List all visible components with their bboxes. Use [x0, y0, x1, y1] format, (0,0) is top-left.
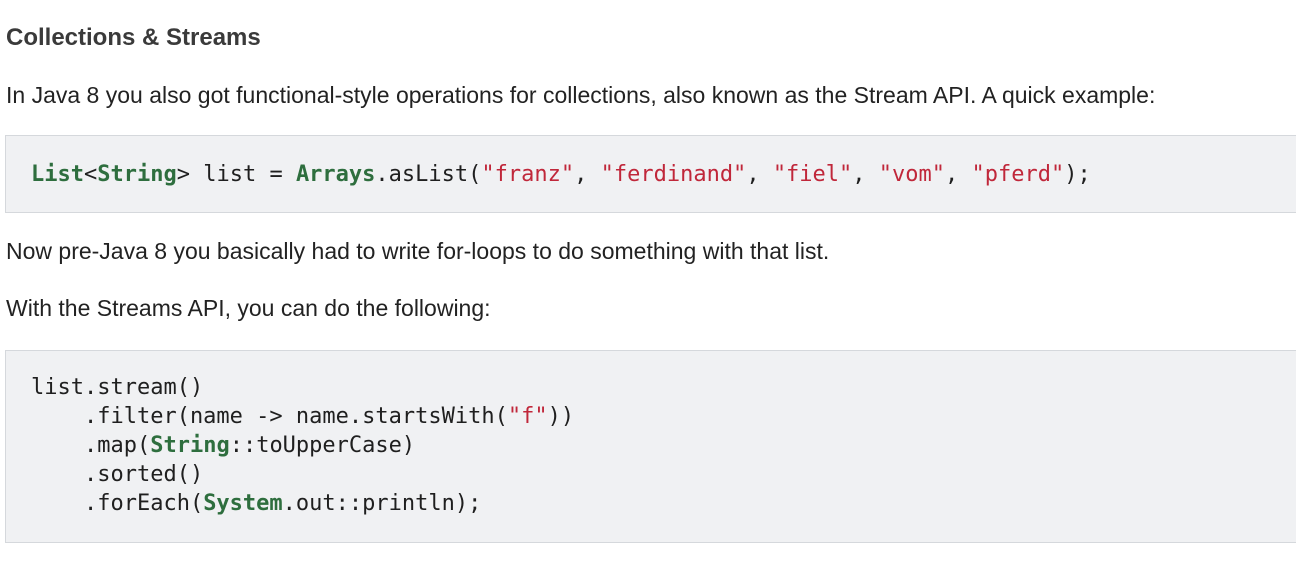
- code-token: <: [83, 162, 98, 187]
- code-list-declaration: List<String> list = Arrays.asList("franz…: [31, 160, 1091, 189]
- code-token-type: String: [97, 162, 177, 187]
- code-token: );: [1064, 162, 1091, 187]
- code-token-string: "fiel": [772, 162, 853, 187]
- code-token: .map(: [31, 433, 151, 458]
- code-token: ,: [945, 162, 972, 187]
- intro-paragraph: In Java 8 you also got functional-style …: [6, 82, 1156, 108]
- code-line-5: .forEach(System.out::println);: [31, 491, 481, 516]
- code-token: ,: [574, 162, 601, 187]
- code-token: ,: [746, 162, 773, 187]
- paragraph-pre-java8: Now pre-Java 8 you basically had to writ…: [6, 238, 830, 264]
- code-token-type: Arrays: [295, 162, 376, 187]
- code-token-string: "vom": [878, 162, 946, 187]
- code-token-string: "franz": [481, 162, 575, 187]
- code-token-string: "pferd": [971, 162, 1065, 187]
- code-token: )): [547, 404, 575, 429]
- code-token: >: [176, 162, 190, 187]
- code-token-type: System: [203, 491, 283, 516]
- code-token-string: "ferdinand": [600, 162, 747, 187]
- code-line-2: .filter(name -> name.startsWith("f")): [31, 404, 574, 429]
- code-token: .asList(: [375, 162, 482, 187]
- code-token: .out::println);: [282, 491, 482, 516]
- code-block-stream: list.stream() .filter(name -> name.start…: [5, 350, 1296, 543]
- code-token-type: String: [150, 433, 230, 458]
- code-line-3: .map(String::toUpperCase): [31, 433, 415, 458]
- code-token: .forEach(: [31, 491, 204, 516]
- code-token: ,: [852, 162, 879, 187]
- section-heading: Collections & Streams: [6, 24, 261, 51]
- code-token: list =: [189, 162, 296, 187]
- code-token: .filter(name -> name.startsWith(: [31, 404, 508, 429]
- code-line-4: .sorted(): [31, 462, 204, 487]
- code-block-list: List<String> list = Arrays.asList("franz…: [5, 135, 1296, 213]
- code-token-type: List: [31, 162, 84, 187]
- code-line-1: list.stream(): [31, 375, 204, 400]
- code-token-string: "f": [507, 404, 548, 429]
- code-stream-pipeline: list.stream() .filter(name -> name.start…: [31, 373, 574, 518]
- paragraph-streams-api: With the Streams API, you can do the fol…: [6, 295, 491, 321]
- code-token: ::toUpperCase): [229, 433, 416, 458]
